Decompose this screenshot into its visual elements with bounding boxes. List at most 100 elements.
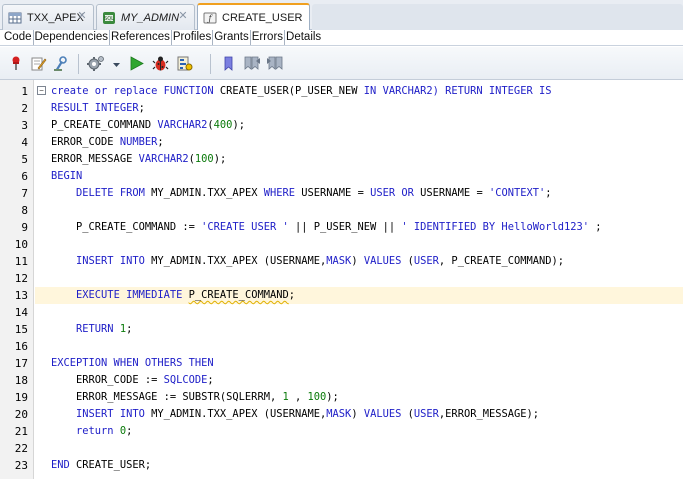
line-number: 4 <box>21 136 28 149</box>
code-keyword: VALUES <box>363 408 408 420</box>
code-keyword: EXCEPTION WHEN OTHERS THEN <box>51 357 214 369</box>
code-keyword: RESULT INTEGER <box>51 102 139 114</box>
code-text: ; <box>126 323 133 335</box>
line-number: 13 <box>14 289 28 302</box>
code-text: ); <box>232 119 245 131</box>
subtab-code[interactable]: Code <box>0 30 34 45</box>
bookmark-icon[interactable] <box>220 55 237 72</box>
code-line[interactable]: ERROR_CODE := SQLCODE; <box>51 372 214 389</box>
line-number: 17 <box>14 357 28 370</box>
code-text: , P_CREATE_COMMAND); <box>438 255 565 267</box>
code-keyword: USER <box>413 255 439 267</box>
edit-icon[interactable] <box>30 55 47 72</box>
code-line[interactable]: ERROR_CODE NUMBER; <box>51 134 164 151</box>
code-text: ,ERROR_MESSAGE); <box>438 408 540 420</box>
code-keyword: VARCHAR2 <box>138 153 189 165</box>
code-text: ; <box>288 289 295 301</box>
code-line[interactable]: INSERT INTO MY_ADMIN.TXX_APEX (USERNAME,… <box>51 253 564 270</box>
tab-label: CREATE_USER <box>222 11 303 24</box>
code-keyword: create or replace FUNCTION <box>51 85 220 97</box>
code-text: ERROR_MESSAGE := SUBSTR(SQLERRM, <box>51 391 283 403</box>
subtab-references[interactable]: References <box>110 30 172 45</box>
code-text: CREATE_USER(P_USER_NEW <box>219 85 364 97</box>
line-number: 9 <box>21 221 28 234</box>
tab-my-admin[interactable]: SQL MY_ADMIN ✕ <box>96 4 195 30</box>
code-line[interactable]: ERROR_MESSAGE := SUBSTR(SQLERRM, 1 , 100… <box>51 389 339 406</box>
line-number: 18 <box>14 374 28 387</box>
code-line[interactable]: BEGIN <box>51 168 82 185</box>
sql-worksheet-icon: SQL <box>102 11 116 25</box>
code-line[interactable]: RETURN 1; <box>51 321 132 338</box>
fold-collapse-icon[interactable]: − <box>37 86 46 95</box>
code-line[interactable]: END CREATE_USER; <box>51 457 151 474</box>
toolbar-separator <box>78 54 79 74</box>
code-line[interactable]: P_CREATE_COMMAND := 'CREATE USER ' || P_… <box>51 219 602 236</box>
subtab-profiles[interactable]: Profiles <box>172 30 214 45</box>
code-line[interactable]: EXECUTE IMMEDIATE P_CREATE_COMMAND; <box>35 287 683 304</box>
subtab-dependencies[interactable]: Dependencies <box>34 30 111 45</box>
code-text: USERNAME = <box>301 187 371 199</box>
code-keyword: USER <box>413 408 439 420</box>
compile-icon[interactable] <box>52 55 69 72</box>
code-text: ; <box>138 102 145 114</box>
line-number-gutter: 1 2 3 4 5 6 7 8 9 10 11 12 13 14 15 16 17 18 19 20 21 22 23 <box>0 80 34 479</box>
code-text: ; <box>126 425 133 437</box>
code-keyword: END <box>51 459 77 471</box>
code-warning-token: P_CREATE_COMMAND <box>188 289 289 301</box>
line-number: 1 <box>21 85 28 98</box>
line-number: 7 <box>21 187 28 200</box>
settings-gear-icon[interactable] <box>86 55 106 72</box>
line-number: 23 <box>14 459 28 472</box>
tab-create-user[interactable]: ƒ CREATE_USER <box>197 3 310 30</box>
code-keyword: INSERT INTO <box>76 408 152 420</box>
code-text: ); <box>326 391 339 403</box>
function-icon: ƒ <box>203 11 217 25</box>
close-icon[interactable]: ✕ <box>76 10 88 22</box>
code-string: ' IDENTIFIED BY HelloWorld123' <box>401 221 590 233</box>
prev-bookmark-icon[interactable] <box>242 55 261 72</box>
code-string: 'CREATE USER ' <box>201 221 289 233</box>
code-keyword: VARCHAR2 <box>157 119 208 131</box>
code-line[interactable]: INSERT INTO MY_ADMIN.TXX_APEX (USERNAME,… <box>51 406 539 423</box>
line-number: 21 <box>14 425 28 438</box>
close-icon[interactable]: ✕ <box>177 10 189 22</box>
code-line[interactable]: RESULT INTEGER; <box>51 100 145 117</box>
profile-icon[interactable] <box>176 55 193 72</box>
code-line[interactable]: ERROR_MESSAGE VARCHAR2(100); <box>51 151 226 168</box>
code-keyword: SQLCODE <box>163 374 208 386</box>
code-line[interactable]: P_CREATE_COMMAND VARCHAR2(400); <box>51 117 245 134</box>
code-text: ) <box>351 255 364 267</box>
subtab-grants[interactable]: Grants <box>213 30 251 45</box>
code-line[interactable]: EXCEPTION WHEN OTHERS THEN <box>51 355 214 372</box>
line-number: 3 <box>21 119 28 132</box>
code-editor[interactable]: 1 2 3 4 5 6 7 8 9 10 11 12 13 14 15 16 17 18 19 20 21 22 23 − … <box>0 80 683 479</box>
subtab-details[interactable]: Details <box>285 30 322 45</box>
code-keyword: return <box>76 425 120 437</box>
code-line[interactable]: return 0; <box>51 423 132 440</box>
code-text: ; <box>157 136 164 148</box>
line-number: 20 <box>14 408 28 421</box>
code-text: P_CREATE_COMMAND := <box>51 221 202 233</box>
subtab-errors[interactable]: Errors <box>251 30 286 45</box>
code-keyword: MASK <box>326 408 352 420</box>
pin-icon[interactable] <box>8 55 25 72</box>
code-text: ); <box>213 153 227 165</box>
debug-icon[interactable] <box>152 55 169 72</box>
dropdown-arrow-icon[interactable] <box>112 55 121 72</box>
line-number: 15 <box>14 323 28 336</box>
line-number: 5 <box>21 153 28 166</box>
next-bookmark-icon[interactable] <box>266 55 285 72</box>
tab-label: MY_ADMIN <box>121 11 180 24</box>
toolbar-separator <box>210 54 211 74</box>
editor-toolbar <box>0 47 683 80</box>
code-text: MY_ADMIN.TXX_APEX (USERNAME, <box>151 408 327 420</box>
code-line[interactable]: DELETE FROM MY_ADMIN.TXX_APEX WHERE USER… <box>51 185 552 202</box>
code-line[interactable]: create or replace FUNCTION CREATE_USER(P… <box>51 83 551 100</box>
run-icon[interactable] <box>128 55 145 72</box>
code-text: ; <box>545 187 552 199</box>
tab-txx-apex[interactable]: TXX_APEX ✕ <box>2 4 94 30</box>
code-keyword: USER OR <box>370 187 421 199</box>
